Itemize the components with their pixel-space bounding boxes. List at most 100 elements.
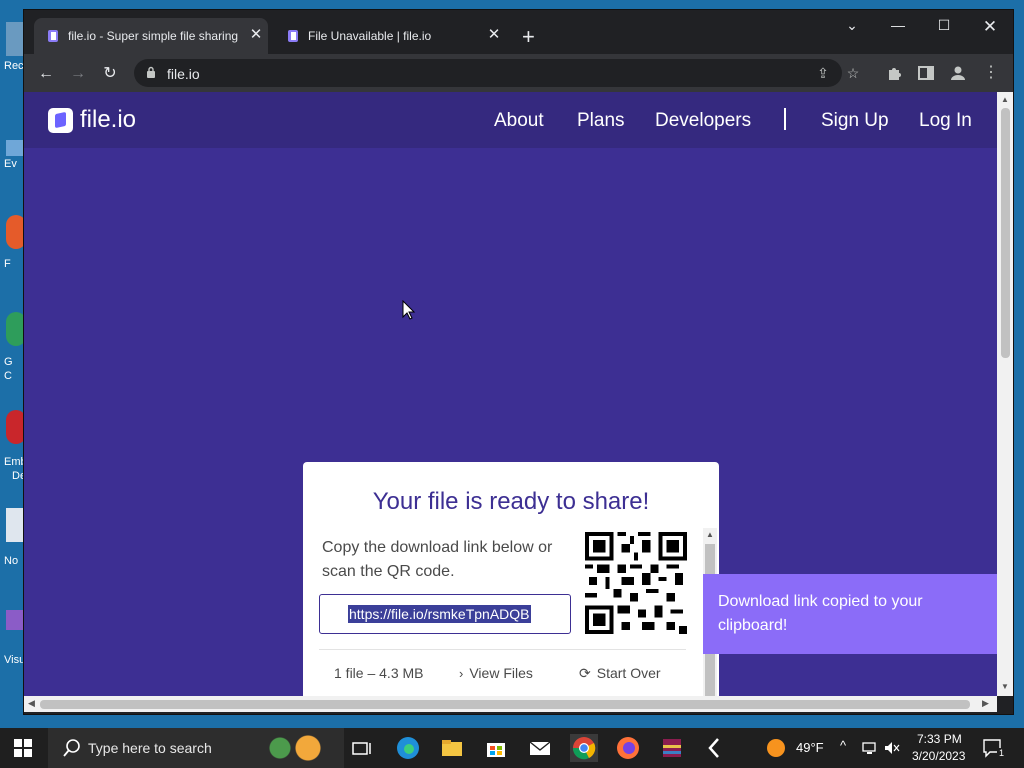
- search-placeholder: Type here to search: [88, 740, 212, 756]
- desktop-icon-recycle[interactable]: [6, 22, 26, 56]
- profile-avatar-icon[interactable]: [949, 64, 967, 82]
- file-explorer-icon[interactable]: [438, 734, 466, 762]
- clock-date[interactable]: 3/20/2023: [912, 749, 965, 763]
- search-highlights-icon[interactable]: [262, 734, 322, 762]
- card-title: Your file is ready to share!: [372, 488, 650, 515]
- tray-overflow-chevron-icon[interactable]: ^: [840, 738, 846, 753]
- download-link-field[interactable]: https://file.io/rsmkeTpnADQB: [319, 594, 571, 634]
- weather-sun-icon[interactable]: [762, 734, 790, 762]
- taskbar-search-box[interactable]: Type here to search: [48, 728, 344, 768]
- tab-file-unavailable[interactable]: File Unavailable | file.io ✕: [274, 18, 508, 54]
- tab-search-chevron-icon[interactable]: ⌄: [832, 17, 872, 34]
- forward-arrow-icon[interactable]: →: [68, 64, 88, 84]
- logo-text: file.io: [80, 106, 137, 133]
- start-over-label: Start Over: [596, 665, 661, 681]
- nav-plans[interactable]: Plans: [577, 110, 625, 132]
- mouse-cursor-icon: [402, 300, 416, 320]
- file-info: 1 file – 4.3 MB: [334, 665, 424, 681]
- edge-icon[interactable]: [394, 734, 422, 762]
- menu-kebab-icon[interactable]: ⋮: [982, 64, 1000, 82]
- task-view-icon[interactable]: [348, 734, 376, 762]
- nav-log-in[interactable]: Log In: [919, 110, 972, 132]
- url-text: file.io: [167, 66, 200, 82]
- new-tab-plus-icon[interactable]: +: [522, 26, 535, 48]
- volume-muted-icon[interactable]: [884, 741, 900, 755]
- file-io-favicon-icon: [288, 30, 298, 42]
- tab-close-icon[interactable]: ✕: [248, 27, 264, 43]
- start-over-button[interactable]: ⟳ Start Over: [579, 665, 661, 682]
- clock-time[interactable]: 7:33 PM: [917, 732, 962, 746]
- desktop-label: F: [4, 258, 11, 270]
- share-icon[interactable]: ⇪: [814, 64, 832, 82]
- page-horizontal-scrollbar[interactable]: ◀ ▶: [24, 696, 997, 712]
- scroll-down-arrow-icon[interactable]: ▼: [1001, 682, 1009, 691]
- windows-taskbar: Type here to search 49°F ^ 7:33 PM 3/20/…: [0, 728, 1024, 768]
- vertical-scroll-thumb[interactable]: [1001, 108, 1010, 358]
- page-viewport: file.io About Plans Developers Sign Up L…: [24, 92, 997, 696]
- winrar-icon[interactable]: [658, 734, 686, 762]
- minimize-icon[interactable]: —: [878, 17, 918, 33]
- view-files-label: View Files: [469, 665, 533, 681]
- browser-toolbar: ← → ↻ file.io ⇪ ☆ ⋮: [24, 54, 1013, 92]
- extensions-puzzle-icon[interactable]: [886, 64, 904, 82]
- refresh-icon: ⟳: [579, 665, 591, 681]
- bookmark-star-icon[interactable]: ☆: [844, 64, 862, 82]
- nav-sign-up[interactable]: Sign Up: [821, 110, 889, 132]
- microsoft-store-icon[interactable]: [482, 734, 510, 762]
- desktop-label: C: [4, 370, 12, 382]
- firefox-icon[interactable]: [614, 734, 642, 762]
- tab-title: file.io - Super simple file sharing: [68, 29, 239, 43]
- share-card: Your file is ready to share! Copy the do…: [303, 462, 719, 696]
- toast-message: Download link copied to your clipboard!: [718, 593, 923, 634]
- page-vertical-scrollbar[interactable]: ▲ ▼: [997, 92, 1013, 696]
- address-bar[interactable]: file.io ⇪: [134, 59, 842, 87]
- network-icon[interactable]: [862, 741, 878, 755]
- desktop-icon[interactable]: [6, 508, 26, 542]
- nav-about[interactable]: About: [494, 110, 544, 132]
- desktop-label: Ev: [4, 158, 17, 170]
- desktop-label: No: [4, 555, 19, 567]
- desktop-label: Visu: [4, 654, 26, 666]
- tab-strip: file.io - Super simple file sharing ✕ Fi…: [24, 10, 1013, 54]
- desktop-icon[interactable]: [6, 610, 26, 630]
- card-divider: [319, 649, 686, 650]
- search-icon: [63, 739, 80, 757]
- back-arrow-icon[interactable]: ←: [36, 64, 56, 84]
- notification-count-badge: 1: [997, 748, 1007, 758]
- tab-title: File Unavailable | file.io: [308, 29, 432, 43]
- download-link-text: https://file.io/rsmkeTpnADQB: [348, 605, 531, 623]
- browser-window: file.io - Super simple file sharing ✕ Fi…: [24, 10, 1013, 714]
- app-arrow-icon[interactable]: [700, 734, 728, 762]
- windows-start-icon[interactable]: [14, 739, 32, 757]
- lock-icon: [147, 66, 155, 78]
- desktop-icon[interactable]: [6, 312, 26, 346]
- scroll-left-arrow-icon[interactable]: ◀: [28, 698, 35, 709]
- chrome-icon[interactable]: [570, 734, 598, 762]
- desktop-icon[interactable]: [6, 410, 26, 444]
- desktop-icon[interactable]: [6, 140, 26, 156]
- site-header: file.io About Plans Developers Sign Up L…: [24, 92, 997, 148]
- nav-developers[interactable]: Developers: [655, 110, 751, 132]
- desktop-label: Rec: [4, 60, 24, 72]
- view-files-button[interactable]: › View Files: [459, 665, 533, 681]
- mail-icon[interactable]: [526, 734, 554, 762]
- reload-icon[interactable]: ↻: [100, 64, 120, 84]
- tab-close-icon[interactable]: ✕: [486, 27, 502, 43]
- file-io-logo-icon: [48, 108, 73, 133]
- weather-temperature[interactable]: 49°F: [796, 740, 824, 755]
- maximize-icon[interactable]: ☐: [924, 17, 964, 34]
- side-panel-icon[interactable]: [917, 64, 935, 82]
- nav-divider: [784, 108, 786, 130]
- chevron-right-icon: ›: [459, 666, 464, 681]
- close-window-icon[interactable]: ✕: [970, 17, 1010, 37]
- tab-file-io[interactable]: file.io - Super simple file sharing ✕: [34, 18, 268, 54]
- scroll-up-arrow-icon[interactable]: ▲: [706, 530, 714, 539]
- card-description: Copy the download link below or scan the…: [322, 539, 553, 580]
- scroll-right-arrow-icon[interactable]: ▶: [982, 698, 989, 709]
- desktop-label: G: [4, 356, 13, 368]
- copied-toast: Download link copied to your clipboard!: [703, 574, 997, 654]
- horizontal-scroll-thumb[interactable]: [40, 700, 970, 709]
- desktop-icon[interactable]: [6, 215, 26, 249]
- scroll-up-arrow-icon[interactable]: ▲: [1001, 95, 1009, 104]
- qr-code-image: [585, 532, 687, 634]
